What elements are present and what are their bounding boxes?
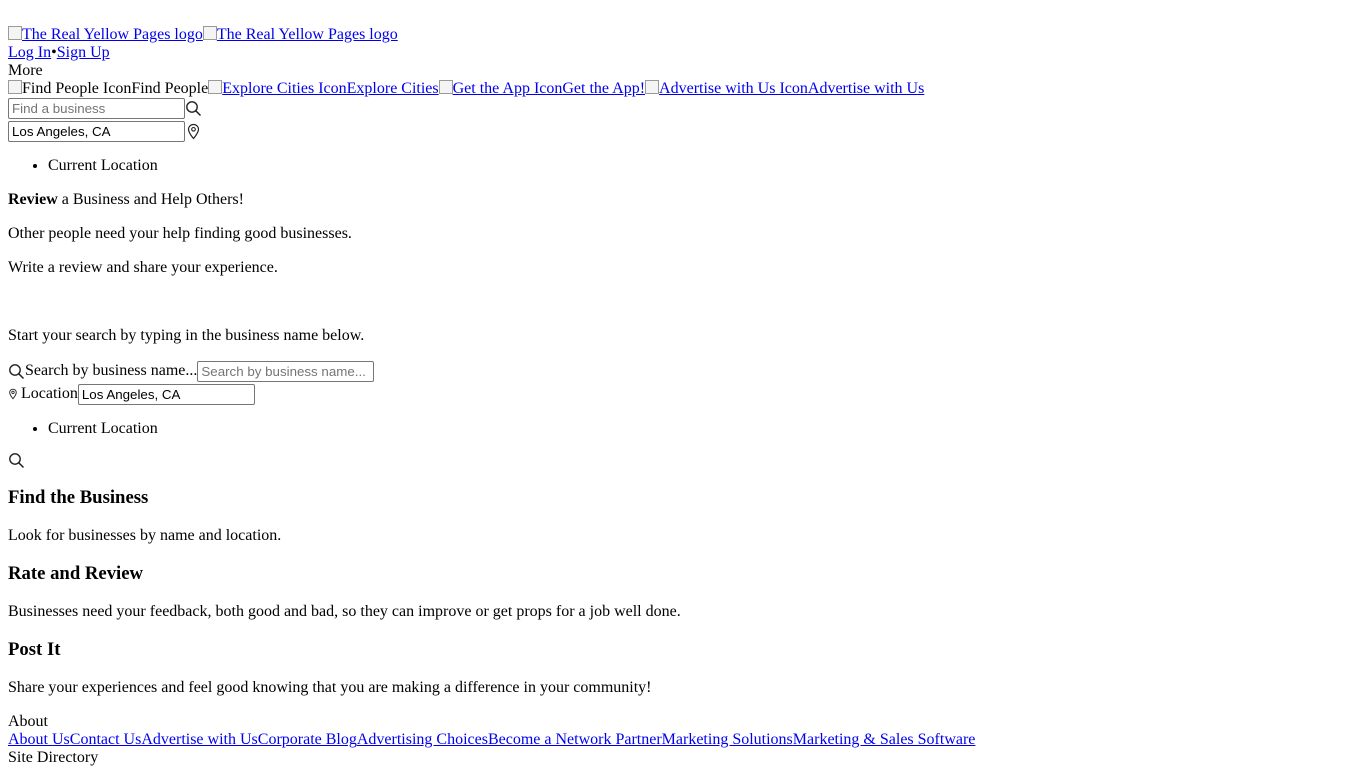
- intro-headline: Review a Business and Help Others!: [8, 191, 1358, 209]
- explore-cities-icon: [208, 80, 223, 94]
- get-app-icon-alt: Get the App Icon: [452, 80, 563, 97]
- logo-row: The Real Yellow Pages logo The Real Yello…: [8, 26, 1358, 44]
- logo-link-secondary[interactable]: The Real Yellow Pages logo: [202, 26, 398, 43]
- business-name-input[interactable]: [197, 361, 375, 382]
- search-icon: [8, 362, 25, 380]
- footer-link-contact-us[interactable]: Contact Us: [70, 731, 142, 748]
- logo-alt-text-secondary: The Real Yellow Pages logo: [216, 26, 398, 43]
- more-menu[interactable]: More: [8, 62, 1358, 80]
- footer-site-directory: Site Directory: [8, 749, 99, 766]
- step-title: Find the Business: [8, 487, 149, 508]
- review-search-button[interactable]: [8, 451, 1358, 469]
- step-text: Businesses need your feedback, both good…: [8, 603, 681, 620]
- advertise-icon: [645, 80, 660, 94]
- footer-link-sales-software[interactable]: Marketing & Sales Software: [793, 731, 976, 748]
- header-location-input[interactable]: [8, 121, 185, 142]
- nav-get-app[interactable]: Get the App IconGet the App!: [438, 80, 646, 97]
- footer-link-corporate-blog[interactable]: Corporate Blog: [258, 731, 357, 748]
- footer-link-advertising-choices[interactable]: Advertising Choices: [357, 731, 488, 748]
- step-text: Share your experiences and feel good kno…: [8, 679, 652, 696]
- map-pin-icon[interactable]: [185, 122, 202, 140]
- intro-headline-rest: a Business and Help Others!: [57, 191, 244, 208]
- footer-about-heading: About: [8, 713, 48, 730]
- search-icon[interactable]: [185, 99, 202, 117]
- review-business-row: Search by business name...: [8, 361, 1358, 384]
- header-location-row: [8, 121, 1358, 144]
- map-pin-icon: [8, 385, 21, 402]
- review-location-row: Location: [8, 384, 1358, 407]
- logo-alt-text: The Real Yellow Pages logo: [22, 26, 203, 43]
- step-title: Rate and Review: [8, 563, 144, 584]
- business-name-label: Search by business name...: [25, 362, 198, 380]
- current-location-option[interactable]: Current Location: [48, 157, 1358, 175]
- footer-link-network-partner[interactable]: Become a Network Partner: [488, 731, 662, 748]
- header-search-row: [8, 98, 1358, 121]
- explore-cities-label: Explore Cities: [346, 80, 439, 97]
- advertise-icon-alt: Advertise with Us Icon: [659, 80, 808, 97]
- login-link[interactable]: Log In: [8, 44, 51, 61]
- footer-link-marketing-solutions[interactable]: Marketing Solutions: [662, 731, 793, 748]
- header-location-suggestions: Current Location: [8, 157, 1358, 175]
- review-location-suggestions: Current Location: [8, 420, 1358, 438]
- location-label: Location: [21, 385, 78, 403]
- intro-line-2: Write a review and share your experience…: [8, 259, 278, 276]
- broken-image-icon: [202, 26, 217, 40]
- intro-line-1: Other people need your help finding good…: [8, 225, 352, 242]
- footer-link-advertise[interactable]: Advertise with Us: [141, 731, 257, 748]
- step-title: Post It: [8, 639, 61, 660]
- top-spacer: [8, 8, 1358, 26]
- get-app-label: Get the App!: [562, 80, 646, 97]
- nav-find-people[interactable]: Find People IconFind People: [8, 80, 208, 97]
- review-location-input[interactable]: [77, 384, 255, 405]
- main-nav: Find People IconFind People Explore Citie…: [8, 80, 1358, 98]
- broken-image-icon: [8, 26, 22, 40]
- intro-instruction: Start your search by typing in the busin…: [8, 327, 365, 344]
- find-people-icon-alt: Find People Icon: [22, 80, 132, 97]
- logo-link[interactable]: The Real Yellow Pages logo: [8, 26, 203, 43]
- get-app-icon: [438, 80, 453, 94]
- search-icon: [8, 451, 25, 468]
- find-people-icon: [8, 80, 22, 94]
- nav-advertise[interactable]: Advertise with Us IconAdvertise with Us: [645, 80, 924, 97]
- footer-link-about-us[interactable]: About Us: [8, 731, 70, 748]
- find-people-label: Find People: [131, 80, 209, 97]
- signup-link[interactable]: Sign Up: [57, 44, 110, 61]
- nav-explore-cities[interactable]: Explore Cities IconExplore Cities: [208, 80, 439, 97]
- current-location-option[interactable]: Current Location: [48, 420, 1358, 438]
- intro-headline-bold: Review: [8, 191, 58, 208]
- intro-spacer: [8, 293, 1358, 327]
- auth-row: Log In•Sign Up: [8, 44, 1358, 62]
- explore-cities-icon-alt: Explore Cities Icon: [222, 80, 347, 97]
- header-search-input[interactable]: [8, 98, 185, 119]
- step-text: Look for businesses by name and location…: [8, 527, 282, 544]
- advertise-label: Advertise with Us: [807, 80, 925, 97]
- footer-links: About UsContact UsAdvertise with UsCorpo…: [8, 731, 1358, 749]
